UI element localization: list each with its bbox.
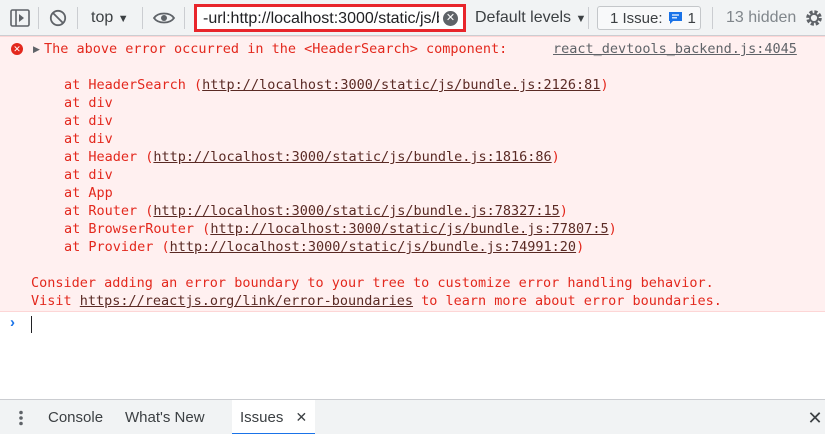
tab-issues-label: Issues — [240, 409, 284, 426]
stack-frame: at div — [64, 113, 113, 129]
prompt-chevron-icon: › — [10, 314, 15, 331]
stack-frame-link[interactable]: http://localhost:3000/static/js/bundle.j… — [210, 221, 608, 237]
toolbar-divider — [77, 7, 78, 29]
console-prompt[interactable]: › — [0, 313, 825, 335]
filter-highlight-box: ✕ — [194, 4, 466, 32]
show-sidebar-icon[interactable] — [9, 8, 31, 28]
stack-frame-suffix: ) — [608, 221, 617, 237]
live-expression-eye-icon[interactable] — [152, 8, 176, 28]
log-levels-dropdown[interactable]: Default levels ▼ — [475, 0, 586, 37]
stack-frame-name: at div — [64, 131, 113, 147]
stack-frame: at Provider (http://localhost:3000/stati… — [64, 239, 584, 255]
expand-triangle-icon[interactable]: ▶ — [33, 44, 40, 55]
visit-prefix: Visit — [31, 293, 80, 309]
stack-frame-name: at HeaderSearch ( — [64, 77, 203, 93]
visit-suffix: to learn more about error boundaries. — [413, 293, 722, 309]
drawer-tabbar: Console What's New Issues ✕ ✕ — [0, 399, 825, 434]
tab-console[interactable]: Console — [48, 400, 103, 434]
toolbar-divider — [142, 7, 143, 29]
error-source-link[interactable]: react_devtools_backend.js:4045 — [553, 41, 797, 57]
toolbar-divider — [38, 7, 39, 29]
console-output: ✕ ▶ The above error occurred in the <Hea… — [0, 36, 825, 399]
text-cursor — [31, 316, 32, 333]
stack-frame-name: at div — [64, 167, 113, 183]
stack-frame-link[interactable]: http://localhost:3000/static/js/bundle.j… — [202, 77, 600, 93]
stack-frame-name: at div — [64, 95, 113, 111]
stack-frame-name: at BrowserRouter ( — [64, 221, 211, 237]
error-message: The above error occurred in the <HeaderS… — [44, 41, 508, 57]
tab-issues[interactable]: Issues ✕ — [232, 400, 316, 434]
hidden-messages-count: 13 hidden — [726, 9, 797, 26]
stack-frame-suffix: ) — [551, 149, 560, 165]
stack-frame-link[interactable]: http://localhost:3000/static/js/bundle.j… — [153, 203, 559, 219]
stack-frame: at div — [64, 131, 113, 147]
chevron-down-icon: ▼ — [117, 13, 129, 25]
stack-frame: at div — [64, 95, 113, 111]
error-boundary-visit-line: Visit https://reactjs.org/link/error-bou… — [31, 293, 722, 309]
issues-count: 1 — [687, 9, 696, 27]
toolbar-divider — [184, 7, 185, 29]
error-boundary-hint: Consider adding an error boundary to you… — [31, 275, 714, 291]
stack-frame: at div — [64, 167, 113, 183]
stack-frame-name: at div — [64, 113, 113, 129]
filter-input[interactable] — [203, 9, 439, 29]
clear-filter-icon[interactable]: ✕ — [443, 11, 458, 26]
stack-frame-suffix: ) — [576, 239, 585, 255]
stack-frame: at HeaderSearch (http://localhost:3000/s… — [64, 77, 609, 93]
chevron-down-icon: ▼ — [575, 13, 587, 25]
toolbar-divider — [588, 7, 589, 29]
error-boundaries-link[interactable]: https://reactjs.org/link/error-boundarie… — [80, 293, 413, 309]
stack-frame-name: at App — [64, 185, 113, 201]
stack-frame-name: at Header ( — [64, 149, 154, 165]
log-levels-label: Default levels — [475, 9, 572, 26]
stack-frame-name: at Router ( — [64, 203, 154, 219]
stack-frame-suffix: ) — [600, 77, 609, 93]
stack-frame-suffix: ) — [559, 203, 568, 219]
context-label: top — [91, 9, 114, 26]
issues-button[interactable]: 1 Issue: 1 — [597, 6, 701, 30]
error-message-entry[interactable]: ✕ ▶ The above error occurred in the <Hea… — [0, 36, 825, 312]
stack-frame-link[interactable]: http://localhost:3000/static/js/bundle.j… — [170, 239, 576, 255]
toolbar-divider — [712, 7, 713, 29]
stack-frame: at BrowserRouter (http://localhost:3000/… — [64, 221, 617, 237]
context-selector[interactable]: top ▼ — [91, 0, 129, 37]
tab-whats-new[interactable]: What's New — [125, 400, 205, 434]
error-icon: ✕ — [11, 43, 23, 55]
stack-frame-name: at Provider ( — [64, 239, 170, 255]
stack-frame: at App — [64, 185, 113, 201]
stack-frame: at Header (http://localhost:3000/static/… — [64, 149, 560, 165]
issues-label: 1 Issue: — [610, 9, 663, 27]
clear-console-icon[interactable] — [48, 8, 68, 28]
settings-gear-icon[interactable] — [803, 7, 825, 29]
close-tab-icon[interactable]: ✕ — [296, 409, 308, 425]
more-tools-icon[interactable] — [14, 408, 28, 428]
stack-frame-link[interactable]: http://localhost:3000/static/js/bundle.j… — [153, 149, 551, 165]
console-toolbar: top ▼ ✕ Default levels ▼ 1 Issue: 1 13 h… — [0, 0, 825, 36]
close-drawer-icon[interactable]: ✕ — [805, 408, 825, 428]
issue-message-icon — [668, 11, 683, 25]
stack-frame: at Router (http://localhost:3000/static/… — [64, 203, 568, 219]
